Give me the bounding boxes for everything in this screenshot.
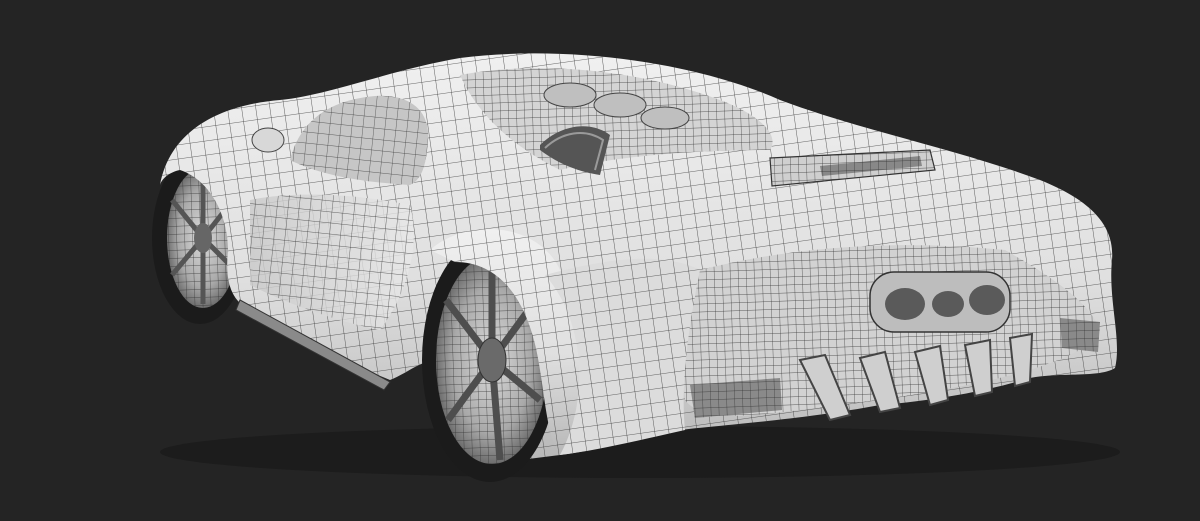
exhaust-pipe-left <box>885 288 925 320</box>
render-viewport <box>0 0 1200 521</box>
exhaust-pipe-center <box>932 291 964 317</box>
car-wireframe-image <box>152 53 1120 482</box>
side-mirror <box>251 127 285 153</box>
rear-fascia <box>683 245 1100 422</box>
exhaust-pipe-right <box>969 285 1005 315</box>
